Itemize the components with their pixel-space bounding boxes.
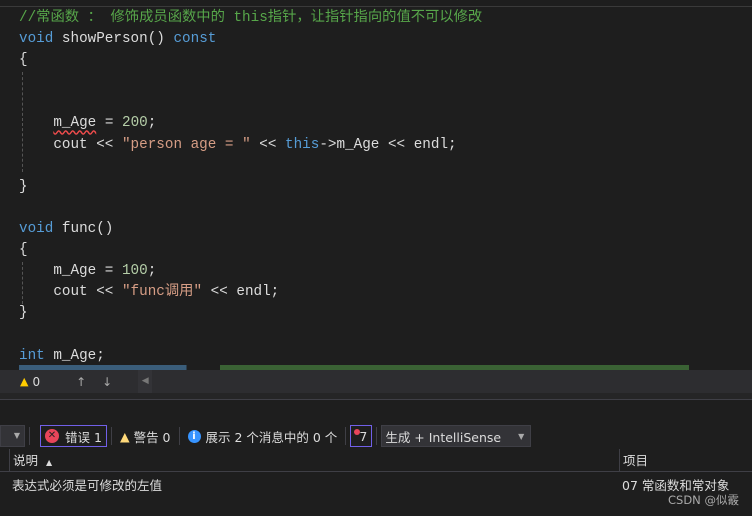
code-token: "func调用" <box>121 284 203 301</box>
column-header-project[interactable]: 项目 <box>619 449 648 472</box>
code-token: = <box>96 115 122 132</box>
arrow-up-icon[interactable]: ↑ <box>76 375 86 389</box>
code-token: ; <box>147 115 157 132</box>
warning-icon: ▲ <box>20 375 29 388</box>
code-token: void <box>19 31 54 48</box>
sort-ascending-icon: ▲ <box>46 458 53 467</box>
code-token: void <box>19 220 54 237</box>
messages-label: 展示 2 个消息中的 0 个 <box>205 429 338 445</box>
code-line: void showPerson() const <box>19 29 482 50</box>
error-icon: ✕ <box>45 429 59 443</box>
panel-splitter[interactable] <box>0 393 752 400</box>
error-list-toolbar: ▼ ✕ 错误 1 ▲ 警告 0 i 展示 2 个消息中的 0 个 7 生成 + … <box>0 424 752 448</box>
code-line: { <box>19 240 482 261</box>
code-token: 100 <box>121 263 148 280</box>
code-token: m_Age <box>53 115 97 132</box>
warning-count[interactable]: 0 <box>32 375 40 389</box>
code-token: } <box>19 178 28 195</box>
separator <box>110 427 112 445</box>
warnings-filter-button[interactable]: ▲ 警告 0 <box>116 425 175 447</box>
code-token: << endl; <box>202 284 280 301</box>
code-token: cout << <box>19 284 122 301</box>
code-token: showPerson() <box>53 31 174 48</box>
warnings-label: 警告 0 <box>133 429 171 445</box>
code-text: //常函数 ： 修饰成员函数中的 this指针，让指针指向的值不可以修改 void… <box>19 8 482 367</box>
code-line: cout << "person age = " << this->m_Age <… <box>19 135 482 156</box>
code-token: this <box>285 136 320 153</box>
code-token: const <box>173 31 217 48</box>
code-token: } <box>19 305 28 322</box>
error-description: 表达式必须是可修改的左值 <box>12 478 163 493</box>
code-token: ->m_Age << endl; <box>319 136 457 153</box>
code-line: m_Age = 200; <box>19 113 482 134</box>
code-token: func() <box>53 220 114 237</box>
code-token: //常函数 ： 修饰成员函数中的 this指针，让指针指向的值不可以修改 <box>19 10 483 26</box>
separator <box>376 427 378 445</box>
code-token: { <box>19 52 28 69</box>
code-line: //常函数 ： 修饰成员函数中的 this指针，让指针指向的值不可以修改 <box>19 8 482 29</box>
separator <box>178 427 180 445</box>
warning-icon: ▲ <box>119 428 130 444</box>
scroll-left-icon[interactable]: ◀ <box>138 370 153 393</box>
code-line: } <box>19 303 482 324</box>
code-line: } <box>19 177 482 198</box>
filter-count: 7 <box>359 428 368 444</box>
error-list-header: 说明 ▲ 项目 <box>0 449 752 472</box>
code-token: << <box>250 136 285 153</box>
divider <box>0 6 752 7</box>
watermark: CSDN @似霰 <box>668 493 739 507</box>
code-editor[interactable]: //常函数 ： 修饰成员函数中的 this指针，让指针指向的值不可以修改 void… <box>0 0 752 370</box>
filter-button[interactable]: 7 <box>350 425 373 447</box>
build-filter-dropdown[interactable]: 生成 + IntelliSense ▼ <box>381 425 532 447</box>
code-line: m_Age = 100; <box>19 261 482 282</box>
separator <box>29 427 30 445</box>
code-line: { <box>19 50 482 71</box>
chevron-down-icon: ▼ <box>518 431 525 441</box>
code-token: ; <box>147 263 157 280</box>
separator <box>345 427 347 445</box>
messages-filter-button[interactable]: i 展示 2 个消息中的 0 个 <box>184 425 342 447</box>
errors-filter-button[interactable]: ✕ 错误 1 <box>40 425 107 447</box>
code-token: cout << <box>19 136 122 153</box>
arrow-down-icon[interactable]: ↓ <box>102 375 112 389</box>
code-token: m_Age; <box>44 347 105 364</box>
code-token: int <box>19 347 45 364</box>
code-token: m_Age = <box>19 263 122 280</box>
scope-dropdown[interactable]: ▼ <box>0 425 25 447</box>
code-token: "person age = " <box>121 136 251 153</box>
build-filter-value: 生成 + IntelliSense <box>385 429 502 445</box>
info-icon: i <box>187 429 201 443</box>
column-header-description[interactable]: 说明 ▲ <box>9 449 52 472</box>
code-token: { <box>19 242 28 259</box>
code-line: cout << "func调用" << endl; <box>19 282 482 303</box>
code-line: int m_Age; <box>19 346 482 367</box>
code-token: 200 <box>121 115 148 132</box>
table-row[interactable]: 表达式必须是可修改的左值 07 常函数和常对象 <box>0 473 752 493</box>
code-line: void func() <box>19 219 482 240</box>
header-label: 说明 <box>13 453 39 468</box>
errors-label: 错误 1 <box>65 429 102 445</box>
editor-status-bar: ▲ 0 ↑ ↓ ◀ <box>0 370 752 393</box>
